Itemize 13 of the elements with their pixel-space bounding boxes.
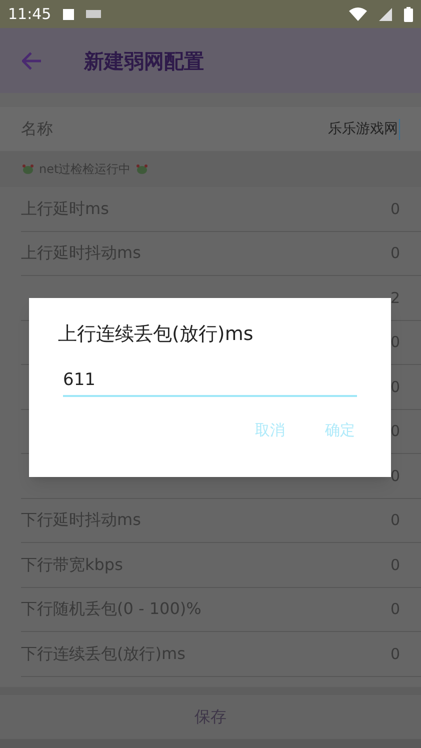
back-icon: [22, 52, 42, 70]
dialog-button[interactable]: 取消: [255, 418, 285, 441]
bug-icon: [21, 163, 35, 175]
bug-icon: [134, 163, 149, 175]
dialog-button[interactable]: 确定: [325, 418, 355, 441]
status-time: 11:45: [8, 4, 52, 25]
battery-icon: [404, 6, 413, 22]
name-value: 乐乐游戏网: [328, 118, 400, 140]
toolbar-title: 新建弱网配置: [84, 48, 204, 74]
signal-icon: [379, 8, 392, 20]
wifi-icon: [349, 7, 367, 21]
dialog-title: 上行连续丢包(放行)ms: [58, 322, 254, 347]
input-field[interactable]: 611: [63, 364, 357, 396]
